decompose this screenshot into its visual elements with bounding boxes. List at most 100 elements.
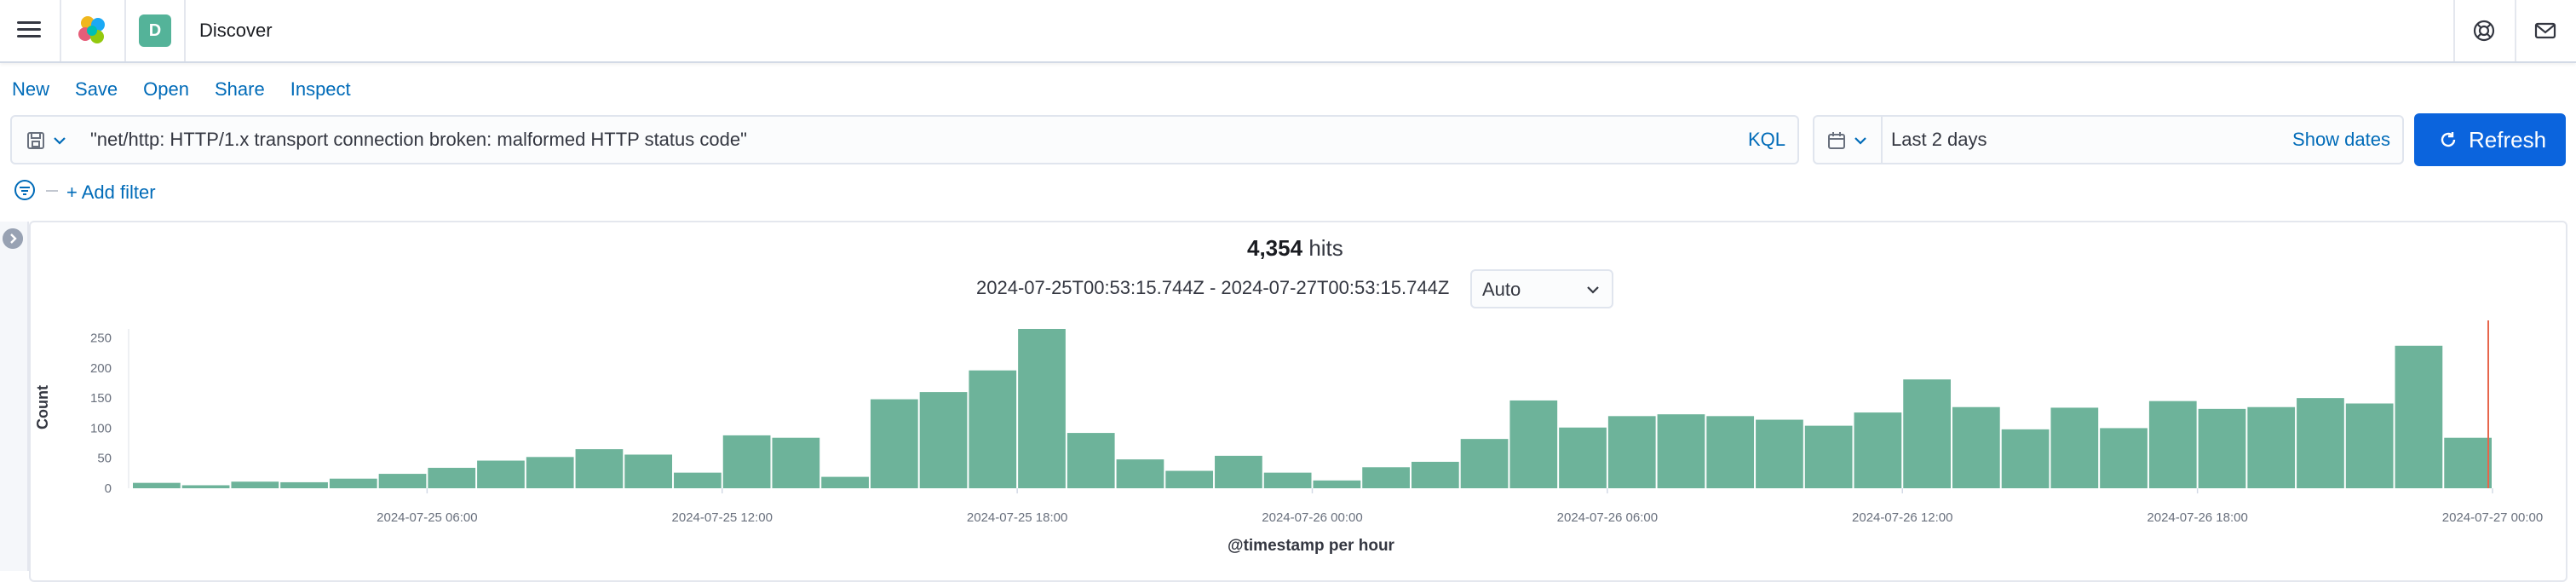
histogram-bar[interactable]: [2198, 408, 2246, 488]
x-axis-title: @timestamp per hour: [1228, 537, 1394, 555]
histogram-bar[interactable]: [969, 370, 1017, 488]
open-link[interactable]: Open: [143, 75, 189, 104]
save-disk-icon: [27, 132, 44, 149]
histogram-bar[interactable]: [280, 481, 328, 488]
date-range-label[interactable]: Last 2 days: [1891, 127, 1987, 153]
field-sidebar-collapsed: [0, 222, 29, 571]
new-link[interactable]: New: [12, 75, 49, 104]
interval-select[interactable]: Auto: [1470, 269, 1613, 308]
top-nav-menu: New Save Open Share Inspect: [12, 75, 377, 104]
histogram-bar[interactable]: [1657, 414, 1705, 488]
histogram-bar[interactable]: [329, 478, 377, 488]
y-tick-label: 150: [90, 391, 112, 406]
histogram-bar[interactable]: [1165, 470, 1214, 488]
app-header: D Discover: [0, 0, 2576, 63]
x-tick-label: 2024-07-27 00:00: [2442, 510, 2543, 525]
histogram-bar[interactable]: [674, 472, 722, 488]
histogram-bar[interactable]: [2297, 398, 2344, 488]
hits-word: hits: [1308, 235, 1343, 261]
query-language-button[interactable]: KQL: [1748, 127, 1785, 153]
histogram-bar[interactable]: [1952, 406, 2000, 488]
share-link[interactable]: Share: [215, 75, 265, 104]
histogram-bar[interactable]: [2395, 345, 2443, 488]
saved-query-menu-button[interactable]: [12, 117, 80, 163]
histogram-bar[interactable]: [2100, 428, 2148, 488]
refresh-button[interactable]: Refresh: [2414, 113, 2566, 166]
histogram-bar[interactable]: [378, 474, 427, 488]
histogram-bar[interactable]: [1362, 467, 1410, 488]
histogram-bar[interactable]: [1804, 425, 1853, 488]
histogram-bar[interactable]: [1067, 433, 1115, 488]
histogram-bar[interactable]: [181, 485, 230, 488]
help-icon[interactable]: [2470, 17, 2498, 44]
header-divider: [60, 0, 61, 61]
histogram-bar[interactable]: [2050, 407, 2099, 488]
histogram-bar[interactable]: [2345, 403, 2394, 489]
histogram-bar[interactable]: [1313, 480, 1361, 488]
newsfeed-mail-icon[interactable]: [2532, 17, 2559, 44]
histogram-bar[interactable]: [477, 460, 525, 488]
query-input[interactable]: "net/http: HTTP/1.x transport connection…: [90, 127, 747, 153]
chevron-down-icon: [1587, 286, 1599, 294]
histogram-bar[interactable]: [575, 449, 624, 488]
inspect-link[interactable]: Inspect: [290, 75, 351, 104]
histogram-bar[interactable]: [624, 454, 673, 488]
refresh-label: Refresh: [2469, 127, 2547, 153]
hits-counter: 4,354 hits: [1247, 233, 1343, 262]
sidebar-toggle-icon[interactable]: [3, 228, 23, 249]
histogram-bar[interactable]: [2444, 437, 2492, 488]
query-bar: "net/http: HTTP/1.x transport connection…: [10, 115, 1799, 164]
histogram-bar[interactable]: [821, 476, 869, 488]
elastic-logo-icon[interactable]: [75, 14, 109, 48]
filter-options-icon[interactable]: [14, 179, 36, 201]
histogram-chart[interactable]: 0 50 100 150 200 250 2024-07-25 06:00 2024-07-…: [31, 315, 2561, 571]
y-tick-label: 0: [105, 481, 112, 496]
y-tick-label: 250: [90, 331, 112, 346]
calendar-icon: [1828, 132, 1845, 149]
histogram-bar[interactable]: [772, 437, 820, 488]
histogram-bar[interactable]: [133, 482, 181, 488]
menu-icon[interactable]: [15, 17, 43, 44]
histogram-bar[interactable]: [1607, 416, 1656, 488]
x-tick-label: 2024-07-26 00:00: [1262, 510, 1362, 525]
add-filter-button[interactable]: + Add filter: [66, 181, 156, 205]
histogram-bar[interactable]: [1263, 472, 1312, 488]
histogram-bar[interactable]: [722, 435, 771, 488]
header-divider: [2453, 0, 2455, 61]
chevron-down-icon: [54, 137, 66, 145]
refresh-icon: [2441, 132, 2456, 147]
x-tick-label: 2024-07-26 12:00: [1852, 510, 1952, 525]
histogram-bar[interactable]: [428, 468, 476, 488]
save-link[interactable]: Save: [75, 75, 118, 104]
histogram-bar[interactable]: [2001, 429, 2050, 488]
histogram-bar[interactable]: [1756, 419, 1803, 488]
histogram-bar[interactable]: [1509, 400, 1558, 488]
show-dates-button[interactable]: Show dates: [2292, 127, 2390, 153]
filter-divider: [46, 190, 58, 192]
histogram-bar[interactable]: [231, 481, 279, 488]
y-axis-title: Count: [34, 385, 51, 429]
space-avatar[interactable]: D: [139, 14, 171, 47]
histogram-bar[interactable]: [2247, 406, 2296, 488]
histogram-bar[interactable]: [919, 392, 968, 488]
histogram-bar[interactable]: [1411, 461, 1459, 488]
header-divider: [124, 0, 126, 61]
histogram-bar[interactable]: [1559, 427, 1607, 488]
histogram-bar[interactable]: [1706, 416, 1755, 488]
app-title: Discover: [199, 20, 273, 41]
header-divider: [184, 0, 186, 61]
header-divider: [2515, 0, 2516, 61]
y-tick-label: 100: [90, 421, 112, 435]
histogram-bar[interactable]: [870, 399, 918, 488]
histogram-bar[interactable]: [1018, 329, 1066, 488]
histogram-bar[interactable]: [1116, 459, 1164, 488]
quick-select-button[interactable]: [1814, 117, 1883, 163]
histogram-bar[interactable]: [1215, 455, 1262, 488]
histogram-bar[interactable]: [1854, 412, 1902, 488]
histogram-bar[interactable]: [526, 457, 574, 488]
time-range-text: 2024-07-25T00:53:15.744Z - 2024-07-27T00…: [976, 277, 1450, 298]
x-tick-label: 2024-07-25 12:00: [672, 510, 773, 525]
histogram-bar[interactable]: [1903, 379, 1951, 488]
histogram-bar[interactable]: [2148, 400, 2197, 488]
histogram-bar[interactable]: [1460, 439, 1509, 488]
